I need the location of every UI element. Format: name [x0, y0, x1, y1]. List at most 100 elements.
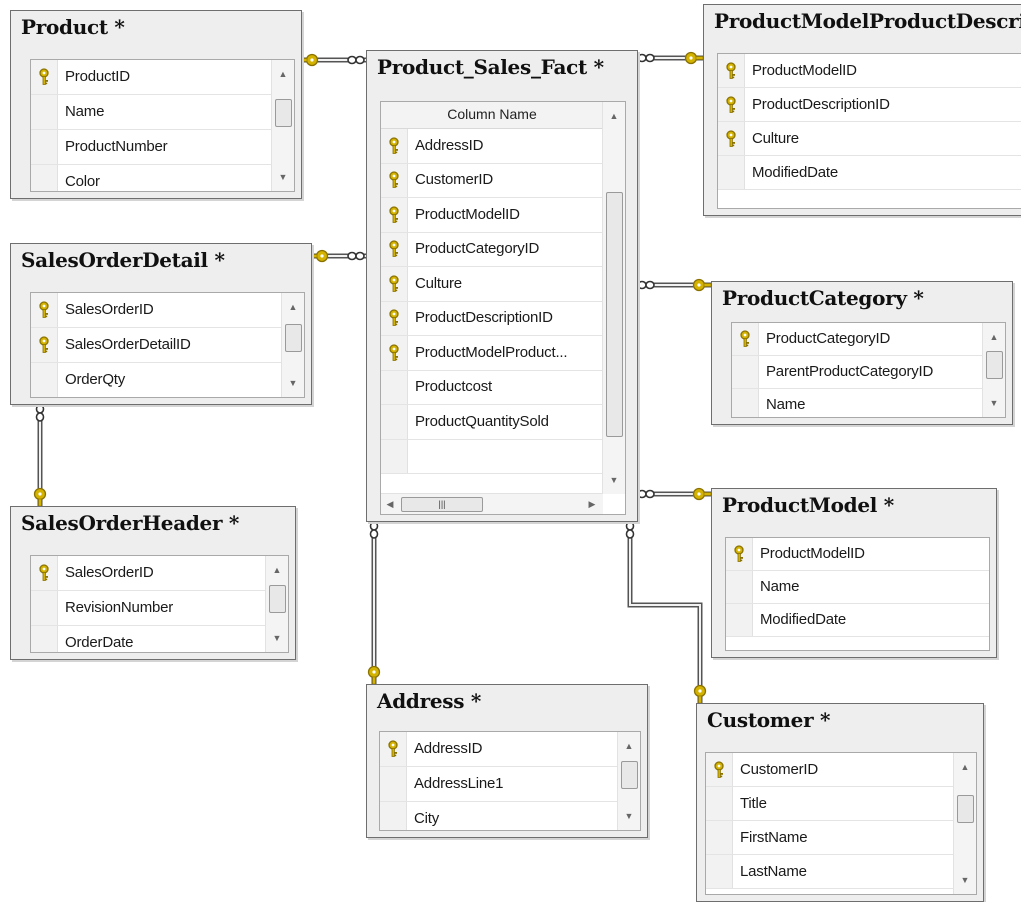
- scroll-thumb[interactable]: [606, 192, 623, 437]
- table-title[interactable]: ProductModelProductDescrip: [714, 9, 1021, 33]
- horizontal-scroll-thumb[interactable]: |||: [401, 497, 483, 512]
- scroll-thumb[interactable]: [621, 761, 638, 789]
- scroll-thumb[interactable]: [275, 99, 292, 127]
- row-selector[interactable]: [732, 389, 759, 417]
- row-selector[interactable]: [31, 165, 58, 191]
- scroll-up-arrow-icon[interactable]: ▲: [603, 108, 625, 124]
- row-selector[interactable]: [381, 301, 408, 335]
- column-row[interactable]: ProductCategoryID: [732, 323, 983, 356]
- column-row[interactable]: AddressID: [381, 129, 603, 164]
- table-title[interactable]: ProductModel *: [722, 493, 894, 517]
- table-product-model-product-description[interactable]: ProductModelProductDescrip ProductModelID…: [703, 4, 1021, 216]
- scroll-down-arrow-icon[interactable]: ▼: [272, 169, 294, 185]
- row-selector[interactable]: [718, 54, 745, 87]
- row-selector[interactable]: [381, 405, 408, 439]
- scroll-right-arrow-icon[interactable]: ▶: [585, 496, 599, 512]
- vertical-scrollbar[interactable]: ▲ ▼: [271, 60, 294, 191]
- row-selector[interactable]: [380, 802, 407, 830]
- row-selector[interactable]: [31, 60, 58, 94]
- scroll-thumb[interactable]: [957, 795, 974, 823]
- row-selector[interactable]: [31, 328, 58, 362]
- table-title[interactable]: Product *: [21, 15, 125, 39]
- vertical-scrollbar[interactable]: ▲ ▼: [617, 732, 640, 830]
- table-title[interactable]: SalesOrderHeader *: [21, 511, 239, 535]
- column-row[interactable]: SalesOrderID: [31, 293, 282, 328]
- table-title[interactable]: Customer *: [707, 708, 830, 732]
- column-row[interactable]: ProductID: [31, 60, 272, 95]
- column-row[interactable]: ProductCategoryID: [381, 232, 603, 267]
- scroll-thumb[interactable]: [285, 324, 302, 352]
- row-selector[interactable]: [31, 130, 58, 164]
- column-row[interactable]: Name: [31, 95, 272, 130]
- row-selector[interactable]: [31, 363, 58, 397]
- row-selector[interactable]: [31, 95, 58, 129]
- column-row[interactable]: ProductModelID: [381, 198, 603, 233]
- row-selector[interactable]: [380, 732, 407, 766]
- scroll-up-arrow-icon[interactable]: ▲: [272, 66, 294, 82]
- scroll-down-arrow-icon[interactable]: ▼: [983, 395, 1005, 411]
- table-title[interactable]: SalesOrderDetail *: [21, 248, 225, 272]
- column-row[interactable]: SalesOrderDetailID: [31, 328, 282, 363]
- column-row[interactable]: ProductModelID: [726, 538, 989, 571]
- scroll-down-arrow-icon[interactable]: ▼: [266, 630, 288, 646]
- table-title[interactable]: Address *: [377, 689, 481, 713]
- scroll-down-arrow-icon[interactable]: ▼: [618, 808, 640, 824]
- column-row[interactable]: AddressID: [380, 732, 618, 767]
- column-row[interactable]: FirstName: [706, 821, 954, 855]
- vertical-scrollbar[interactable]: ▲ ▼: [602, 102, 625, 494]
- row-selector[interactable]: [31, 293, 58, 327]
- row-selector[interactable]: [718, 122, 745, 155]
- scroll-down-arrow-icon[interactable]: ▼: [954, 872, 976, 888]
- vertical-scrollbar[interactable]: ▲ ▼: [281, 293, 304, 397]
- row-selector[interactable]: [381, 163, 408, 197]
- scroll-up-arrow-icon[interactable]: ▲: [983, 329, 1005, 345]
- scroll-down-arrow-icon[interactable]: ▼: [282, 375, 304, 391]
- table-product-category[interactable]: ProductCategory * ProductCategoryID Parent…: [711, 281, 1013, 425]
- column-row[interactable]: ProductModelID: [718, 54, 1021, 88]
- column-row[interactable]: CustomerID: [381, 163, 603, 198]
- row-selector[interactable]: [31, 556, 58, 590]
- column-row[interactable]: Title: [706, 787, 954, 821]
- column-row[interactable]: Name: [732, 389, 983, 417]
- scroll-up-arrow-icon[interactable]: ▲: [618, 738, 640, 754]
- vertical-scrollbar[interactable]: ▲ ▼: [953, 753, 976, 894]
- row-selector[interactable]: [718, 88, 745, 121]
- table-title[interactable]: Product_Sales_Fact *: [377, 55, 604, 79]
- column-row[interactable]: ProductModelProduct...: [381, 336, 603, 371]
- scroll-up-arrow-icon[interactable]: ▲: [266, 562, 288, 578]
- row-selector[interactable]: [31, 591, 58, 625]
- table-product-sales-fact[interactable]: Product_Sales_Fact * Column Name AddressID…: [366, 50, 638, 522]
- column-row[interactable]: ParentProductCategoryID: [732, 356, 983, 389]
- scroll-thumb[interactable]: [269, 585, 286, 613]
- column-row[interactable]: SalesOrderID: [31, 556, 266, 591]
- row-selector[interactable]: [706, 821, 733, 854]
- row-selector[interactable]: [726, 604, 753, 636]
- column-row[interactable]: ProductNumber: [31, 130, 272, 165]
- row-selector[interactable]: [706, 753, 733, 786]
- column-row[interactable]: LastName: [706, 855, 954, 889]
- column-row[interactable]: [381, 439, 603, 474]
- column-row[interactable]: AddressLine1: [380, 767, 618, 802]
- table-sales-order-detail[interactable]: SalesOrderDetail * SalesOrderID SalesOrder…: [10, 243, 312, 405]
- row-selector[interactable]: [381, 129, 408, 163]
- scroll-up-arrow-icon[interactable]: ▲: [954, 759, 976, 775]
- row-selector[interactable]: [706, 855, 733, 888]
- row-selector[interactable]: [381, 198, 408, 232]
- table-customer[interactable]: Customer * CustomerID Title FirstName LastNa…: [696, 703, 984, 902]
- column-row[interactable]: ModifiedDate: [718, 156, 1021, 190]
- scroll-thumb[interactable]: [986, 351, 1003, 379]
- row-selector[interactable]: [732, 356, 759, 388]
- row-selector[interactable]: [718, 156, 745, 189]
- column-row[interactable]: CustomerID: [706, 753, 954, 787]
- row-selector[interactable]: [31, 626, 58, 652]
- scroll-left-arrow-icon[interactable]: ◀: [383, 496, 397, 512]
- row-selector[interactable]: [732, 323, 759, 355]
- column-row[interactable]: Productcost: [381, 370, 603, 405]
- column-row[interactable]: OrderQty: [31, 363, 282, 397]
- row-selector[interactable]: [381, 267, 408, 301]
- row-selector[interactable]: [381, 336, 408, 370]
- column-row[interactable]: ProductDescriptionID: [381, 301, 603, 336]
- table-product[interactable]: Product * ProductID Name ProductNumber Color…: [10, 10, 302, 199]
- column-row[interactable]: OrderDate: [31, 626, 266, 652]
- vertical-scrollbar[interactable]: ▲ ▼: [982, 323, 1005, 417]
